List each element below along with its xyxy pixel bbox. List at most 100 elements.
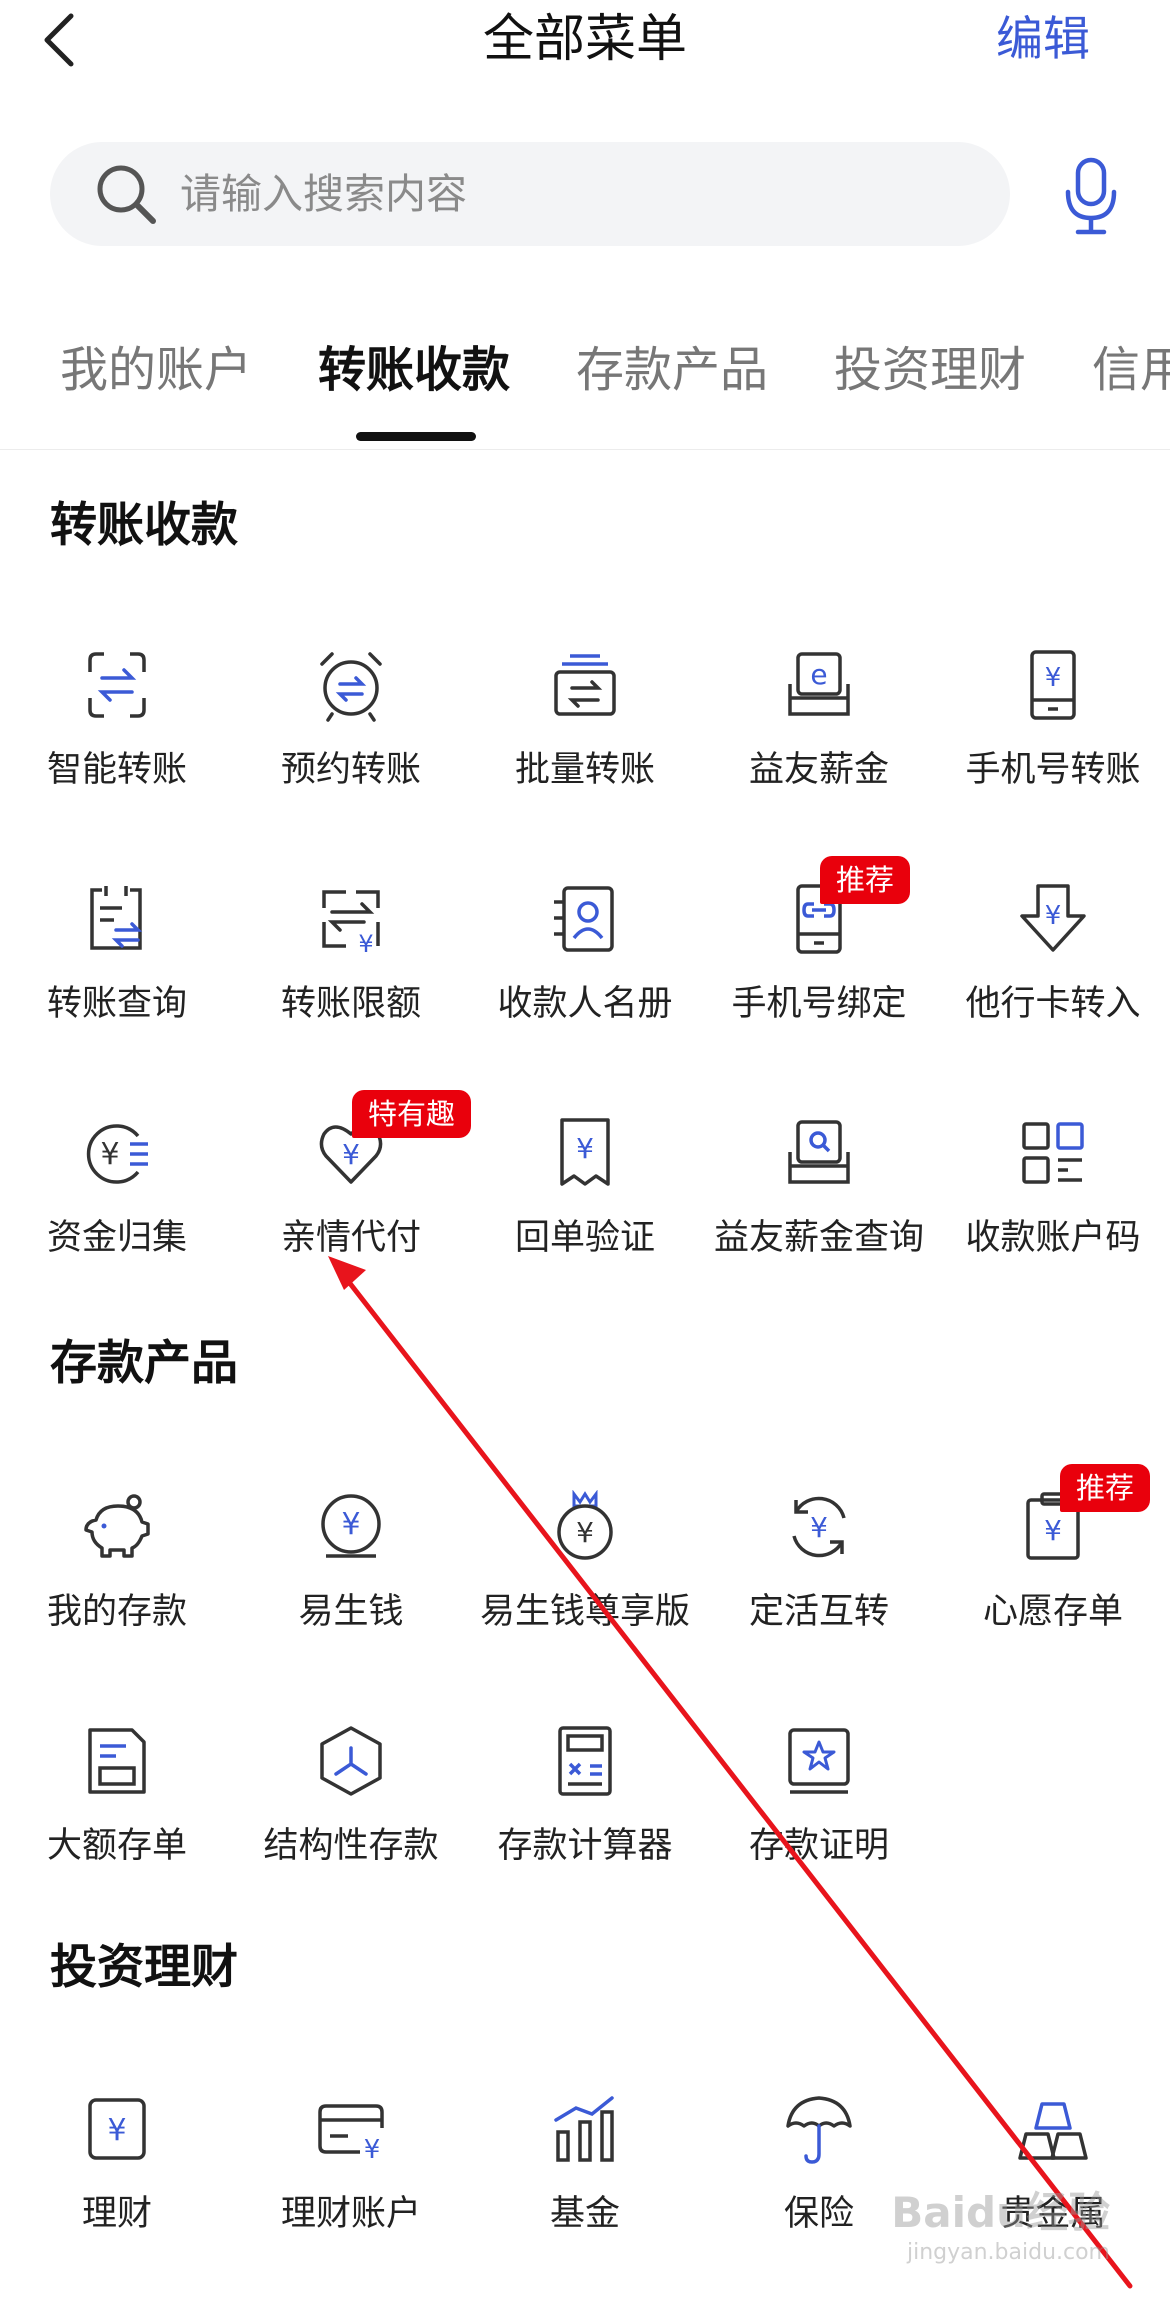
tab-my-account[interactable]: 我的账户 (60, 338, 252, 402)
header: 全部菜单 编辑 (0, 0, 1170, 120)
menu-item-label: 资金归集 (46, 1218, 187, 1258)
fun-badge: 特有趣 (352, 1090, 472, 1138)
section-title-invest: 投资理财 (50, 1940, 238, 1995)
structured-deposit-icon (320, 1726, 382, 1796)
menu-item-label: 大额存单 (46, 1826, 187, 1866)
svg-text:¥: ¥ (107, 2113, 126, 2148)
menu-item-account-qr[interactable]: 收款账户码 (936, 1116, 1170, 1296)
tab-transfer[interactable]: 转账收款 (318, 338, 510, 402)
watermark-subtext: jingyan.baidu.com (906, 2240, 1110, 2265)
menu-item-label: 收款人名册 (497, 984, 673, 1024)
menu-page: 全部菜单 编辑 我的账户 转账收款 存款产品 投资理财 信用 转账收款 (0, 0, 1170, 2299)
tab-deposit[interactable]: 存款产品 (576, 338, 768, 402)
voice-search-button[interactable] (1056, 156, 1126, 236)
large-deposit-icon (88, 1728, 146, 1794)
menu-item-wish-deposit[interactable]: ¥ 推荐 心愿存单 (936, 1464, 1170, 1670)
active-tab-indicator (356, 432, 476, 441)
section-title-transfer: 转账收款 (50, 498, 238, 553)
menu-item-label: 心愿存单 (982, 1592, 1123, 1632)
wealth-icon: ¥ (88, 2098, 146, 2160)
menu-item-batch-transfer[interactable]: 批量转账 (468, 648, 702, 828)
menu-item-calculator[interactable]: 存款计算器 (468, 1724, 702, 1904)
menu-item-smart-transfer[interactable]: 智能转账 (0, 648, 234, 828)
menu-item-phone-transfer[interactable]: ¥ 手机号转账 (936, 648, 1170, 828)
menu-item-label: 益友薪金 (748, 750, 889, 790)
svg-text:¥: ¥ (810, 1511, 828, 1544)
phone-transfer-icon: ¥ (1030, 650, 1076, 720)
menu-item-scheduled-transfer[interactable]: 预约转账 (234, 648, 468, 828)
menu-item-yi-money-vip[interactable]: ¥ 易生钱尊享版 (468, 1489, 702, 1670)
menu-item-phone-bind[interactable]: 推荐 手机号绑定 (702, 856, 936, 1062)
menu-item-label: 理财账户 (280, 2194, 421, 2234)
transfer-limit-icon: ¥ (322, 890, 380, 958)
menu-item-fund[interactable]: 基金 (468, 2092, 702, 2272)
menu-item-label: 转账限额 (280, 984, 421, 1024)
menu-item-label: 基金 (549, 2194, 620, 2234)
svg-text:e: e (810, 658, 827, 691)
receipt-verify-icon: ¥ (560, 1118, 610, 1186)
calculator-icon (558, 1726, 612, 1796)
tab-invest[interactable]: 投资理财 (834, 338, 1026, 402)
menu-item-label: 亲情代付 (280, 1218, 421, 1258)
menu-item-deposit-certificate[interactable]: 存款证明 (702, 1724, 936, 1904)
menu-item-fund-collect[interactable]: ¥ 资金归集 (0, 1116, 234, 1296)
menu-item-label: 定活互转 (748, 1592, 889, 1632)
menu-item-wealth[interactable]: ¥ 理财 (0, 2092, 234, 2272)
edit-button[interactable]: 编辑 (996, 8, 1090, 72)
menu-item-payee-list[interactable]: 收款人名册 (468, 882, 702, 1062)
section-title-deposit: 存款产品 (50, 1336, 238, 1391)
menu-item-yi-money[interactable]: ¥ 易生钱 (234, 1490, 468, 1670)
svg-text:¥: ¥ (1044, 1514, 1062, 1547)
svg-text:¥: ¥ (100, 1137, 119, 1172)
menu-item-salary-query[interactable]: 益友薪金查询 (702, 1116, 936, 1296)
menu-item-transfer-limit[interactable]: ¥ 转账限额 (234, 882, 468, 1062)
menu-item-label: 他行卡转入 (965, 984, 1141, 1024)
menu-item-receipt-verify[interactable]: ¥ 回单验证 (468, 1116, 702, 1296)
salary-icon: e (788, 652, 850, 716)
svg-text:¥: ¥ (1045, 663, 1062, 693)
svg-text:¥: ¥ (358, 930, 373, 956)
smart-transfer-icon (88, 652, 146, 718)
recommend-badge: 推荐 (1060, 1464, 1151, 1512)
salary-query-icon (788, 1120, 850, 1184)
yi-money-icon: ¥ (321, 1494, 381, 1558)
menu-item-label: 易生钱 (298, 1592, 404, 1632)
wealth-account-icon: ¥ (318, 2104, 384, 2165)
menu-item-label: 益友薪金查询 (713, 1218, 924, 1258)
menu-item-label: 存款证明 (748, 1826, 889, 1866)
watermark: Baidu经验 jingyan.baidu.com (850, 2179, 1110, 2279)
umbrella-icon (786, 2096, 852, 2164)
menu-item-label: 理财 (81, 2194, 152, 2234)
scheduled-transfer-icon (320, 652, 382, 722)
menu-item-label: 结构性存款 (263, 1826, 439, 1866)
yi-money-vip-icon: ¥ (557, 1489, 613, 1560)
menu-item-label: 易生钱尊享版 (479, 1592, 690, 1632)
menu-item-label: 我的存款 (46, 1592, 187, 1632)
menu-item-transfer-query[interactable]: 转账查询 (0, 882, 234, 1062)
microphone-icon (1065, 157, 1117, 235)
menu-item-large-deposit[interactable]: 大额存单 (0, 1724, 234, 1904)
account-qr-icon (1022, 1122, 1084, 1184)
payee-list-icon (554, 886, 614, 952)
search-input[interactable] (180, 142, 980, 246)
gold-bars-icon (1018, 2102, 1088, 2160)
menu-item-label: 手机号绑定 (731, 984, 907, 1024)
deposit-certificate-icon (788, 1728, 850, 1794)
menu-item-structured-deposit[interactable]: 结构性存款 (234, 1724, 468, 1904)
svg-text:¥: ¥ (341, 1507, 360, 1542)
piggy-bank-icon (84, 1494, 150, 1558)
search-icon (97, 165, 156, 224)
menu-item-other-bank-in[interactable]: ¥ 他行卡转入 (936, 882, 1170, 1062)
menu-item-my-deposit[interactable]: 我的存款 (0, 1490, 234, 1670)
menu-item-wealth-account[interactable]: ¥ 理财账户 (234, 2092, 468, 2272)
menu-item-label: 回单验证 (514, 1218, 655, 1258)
menu-item-family-pay[interactable]: ¥ 特有趣 亲情代付 (234, 1090, 472, 1296)
transfer-query-icon (90, 886, 143, 950)
menu-item-salary[interactable]: e 益友薪金 (702, 648, 936, 828)
tab-credit[interactable]: 信用 (1092, 338, 1170, 402)
search-bar[interactable] (50, 142, 1010, 246)
menu-item-label: 存款计算器 (497, 1826, 673, 1866)
menu-item-label: 预约转账 (280, 750, 421, 790)
menu-item-fixed-current-swap[interactable]: ¥ 定活互转 (702, 1490, 936, 1670)
category-tabs: 我的账户 转账收款 存款产品 投资理财 信用 (0, 300, 1170, 450)
